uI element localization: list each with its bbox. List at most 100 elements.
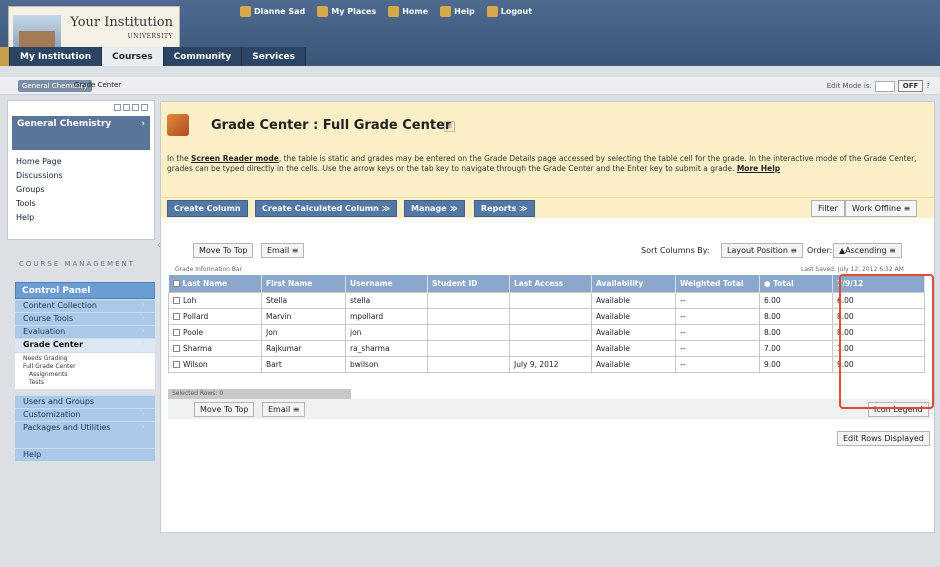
edit-mode-track[interactable]	[874, 80, 895, 92]
email-button-bottom[interactable]: Email ≡	[262, 402, 306, 417]
cell-student-id[interactable]	[427, 291, 510, 309]
table-row[interactable]: Wilson Bart bwilson July 9, 2012 Availab…	[168, 355, 925, 373]
course-title[interactable]: General Chemistry ›	[12, 116, 150, 150]
move-to-top-button[interactable]: Move To Top	[193, 243, 254, 258]
cell-last-access[interactable]	[509, 323, 592, 341]
table-row[interactable]: Pollard Marvin mpollard Available -- 8.0…	[168, 307, 925, 325]
cell-weighted-total[interactable]: --	[675, 339, 760, 357]
col-first-name[interactable]: First Name	[261, 275, 346, 292]
order-select[interactable]: ▲Ascending ≡	[833, 243, 902, 258]
cell-first-name[interactable]: Jon	[261, 323, 346, 341]
cell-last-access[interactable]	[509, 291, 592, 309]
cell-username[interactable]: ra_sharma	[345, 339, 428, 357]
manage-button[interactable]: Manage ≫	[404, 200, 465, 217]
row-checkbox[interactable]	[173, 313, 180, 320]
cell-total[interactable]: 6.00	[759, 291, 833, 309]
control-panel-header[interactable]: Control Panel	[15, 282, 155, 299]
col-student-id[interactable]: Student ID	[427, 275, 510, 292]
link-tests[interactable]: Tests	[23, 379, 147, 387]
filter-button[interactable]: Filter	[811, 200, 845, 217]
tab-menu-icon[interactable]	[0, 47, 10, 66]
table-row[interactable]: Loh Stella stella Available -- 6.00 6.00	[168, 291, 925, 309]
link-discussions[interactable]: Discussions	[16, 169, 63, 183]
my-places-link[interactable]: My Places	[317, 6, 376, 17]
tab-community[interactable]: Community	[163, 47, 243, 66]
link-assignments[interactable]: Assignments	[23, 371, 147, 379]
col-last-access[interactable]: Last Access	[509, 275, 592, 292]
cp-customization[interactable]: Customization ›	[15, 408, 155, 421]
edit-mode-toggle[interactable]: OFF	[897, 80, 924, 92]
tab-my-institution[interactable]: My Institution	[10, 47, 103, 66]
cell-username[interactable]: mpollard	[345, 307, 428, 325]
cell-username[interactable]: bwilson	[345, 355, 428, 373]
link-home-page[interactable]: Home Page	[16, 155, 63, 169]
cell-weighted-total[interactable]: --	[675, 323, 760, 341]
title-menu-chevron-icon[interactable]: ≡	[444, 121, 455, 132]
cp-course-tools[interactable]: Course Tools ›	[15, 312, 155, 325]
cell-student-id[interactable]	[427, 355, 510, 373]
cell-username[interactable]: jon	[345, 323, 428, 341]
create-calculated-column-button[interactable]: Create Calculated Column ≫	[255, 200, 398, 217]
cell-weighted-total[interactable]: --	[675, 355, 760, 373]
add-menu-item-icon[interactable]	[114, 104, 121, 111]
work-offline-button[interactable]: Work Offline ≡	[845, 200, 918, 217]
link-tools[interactable]: Tools	[16, 197, 63, 211]
move-to-top-button-bottom[interactable]: Move To Top	[194, 402, 255, 417]
user-link[interactable]: Dianne Sad	[240, 6, 305, 17]
folder-view-icon[interactable]	[123, 104, 130, 111]
cell-student-id[interactable]	[427, 307, 510, 325]
col-weighted-total[interactable]: Weighted Total	[675, 275, 760, 292]
cp-content-collection[interactable]: Content Collection ›	[15, 299, 155, 312]
cell-weighted-total[interactable]: --	[675, 307, 760, 325]
cell-last-access[interactable]: July 9, 2012	[509, 355, 592, 373]
col-total[interactable]: ● Total	[759, 275, 833, 292]
cell-first-name[interactable]: Bart	[261, 355, 346, 373]
cell-last-name[interactable]: Poole	[168, 323, 262, 341]
col-availability[interactable]: Availability	[591, 275, 676, 292]
cell-last-name[interactable]: Pollard	[168, 307, 262, 325]
course-menu-chevron-icon[interactable]: ›	[141, 119, 145, 130]
select-all-checkbox[interactable]	[172, 280, 180, 288]
cell-total[interactable]: 8.00	[759, 323, 833, 341]
cell-last-access[interactable]	[509, 307, 592, 325]
row-checkbox[interactable]	[173, 345, 180, 352]
help-link[interactable]: Help	[440, 6, 475, 17]
col-username[interactable]: Username	[345, 275, 428, 292]
tab-services[interactable]: Services	[242, 47, 307, 66]
sort-columns-select[interactable]: Layout Position ≡	[721, 243, 804, 258]
cell-username[interactable]: stella	[345, 291, 428, 309]
help-icon[interactable]: ?	[926, 82, 930, 90]
tab-courses[interactable]: Courses	[102, 47, 164, 66]
cp-grade-center[interactable]: Grade Center ›	[15, 338, 155, 352]
cell-last-name[interactable]: Loh	[168, 291, 262, 309]
list-view-icon[interactable]	[132, 104, 139, 111]
table-row[interactable]: Poole Jon jon Available -- 8.00 8.00	[168, 323, 925, 341]
cell-first-name[interactable]: Rajkumar	[261, 339, 346, 357]
row-checkbox[interactable]	[173, 361, 180, 368]
row-checkbox[interactable]	[173, 329, 180, 336]
cell-first-name[interactable]: Marvin	[261, 307, 346, 325]
link-needs-grading[interactable]: Needs Grading	[23, 355, 147, 363]
col-last-name[interactable]: Last Name	[168, 275, 262, 292]
cp-users-and-groups[interactable]: Users and Groups	[15, 395, 155, 408]
link-help[interactable]: Help	[16, 211, 63, 225]
email-button[interactable]: Email ≡	[261, 243, 305, 258]
cell-student-id[interactable]	[427, 339, 510, 357]
cell-last-access[interactable]	[509, 339, 592, 357]
link-full-grade-center[interactable]: Full Grade Center	[23, 363, 147, 371]
row-checkbox[interactable]	[173, 297, 180, 304]
cp-help[interactable]: Help	[15, 448, 155, 461]
edit-rows-displayed-button[interactable]: Edit Rows Displayed	[837, 431, 930, 446]
link-groups[interactable]: Groups	[16, 183, 63, 197]
cell-availability[interactable]: Available	[591, 307, 676, 325]
logout-link[interactable]: Logout	[486, 6, 532, 17]
cell-first-name[interactable]: Stella	[261, 291, 346, 309]
cell-weighted-total[interactable]: --	[675, 291, 760, 309]
create-column-button[interactable]: Create Column	[167, 200, 248, 217]
more-help-link[interactable]: More Help	[737, 164, 780, 173]
cell-availability[interactable]: Available	[591, 291, 676, 309]
cell-total[interactable]: 8.00	[759, 307, 833, 325]
refresh-icon[interactable]	[141, 104, 148, 111]
cell-availability[interactable]: Available	[591, 323, 676, 341]
cell-total[interactable]: 9.00	[759, 355, 833, 373]
